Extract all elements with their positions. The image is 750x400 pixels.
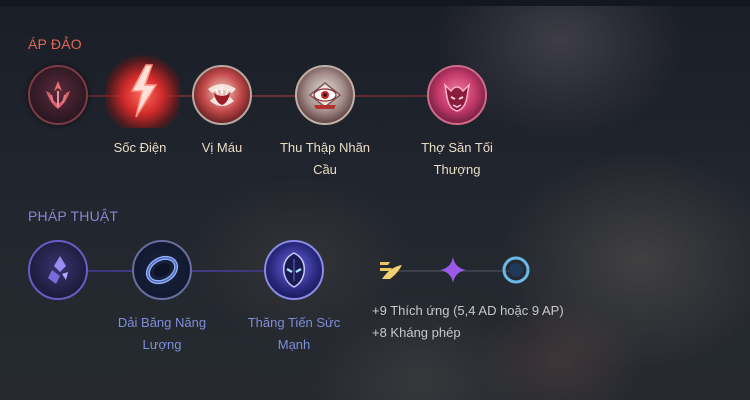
rune-page-panel: ÁP ĐẢO Sốc Điện Vị Máu Thu Thập Nhãn Cầu…: [0, 0, 750, 400]
rune-label-electrocute: Sốc Điện: [113, 140, 167, 155]
adaptive-force-icon[interactable]: [376, 255, 406, 285]
electrocute-icon[interactable]: [106, 54, 180, 128]
magic-resist-icon[interactable]: [501, 255, 531, 285]
adaptive-force-icon[interactable]: [438, 255, 468, 285]
transcendence-icon[interactable]: [264, 240, 324, 300]
primary-tree-title: ÁP ĐẢO: [28, 36, 82, 52]
shard-stat-line: +8 Kháng phép: [372, 325, 461, 340]
rune-label-manaflow-band: Dải Băng Năng Lượng: [117, 315, 207, 352]
rune-label-taste-of-blood: Vị Máu: [201, 140, 243, 155]
taste-of-blood-icon[interactable]: [192, 65, 252, 125]
rune-label-ultimate-hunter: Thợ Săn Tối Thượng: [421, 140, 493, 177]
domination-icon[interactable]: [28, 65, 88, 125]
manaflow-band-icon[interactable]: [132, 240, 192, 300]
rune-label-eyeball-collection: Thu Thập Nhãn Cầu: [279, 140, 371, 177]
shard-stat-line: +9 Thích ứng (5,4 AD hoặc 9 AP): [372, 303, 564, 318]
shard-stats: +9 Thích ứng (5,4 AD hoặc 9 AP) +8 Kháng…: [372, 300, 564, 344]
rune-label-transcendence: Thăng Tiến Sức Mạnh: [247, 315, 341, 352]
eyeball-collection-icon[interactable]: [295, 65, 355, 125]
ultimate-hunter-icon[interactable]: [427, 65, 487, 125]
sorcery-icon[interactable]: [28, 240, 88, 300]
secondary-tree-title: PHÁP THUẬT: [28, 208, 119, 224]
